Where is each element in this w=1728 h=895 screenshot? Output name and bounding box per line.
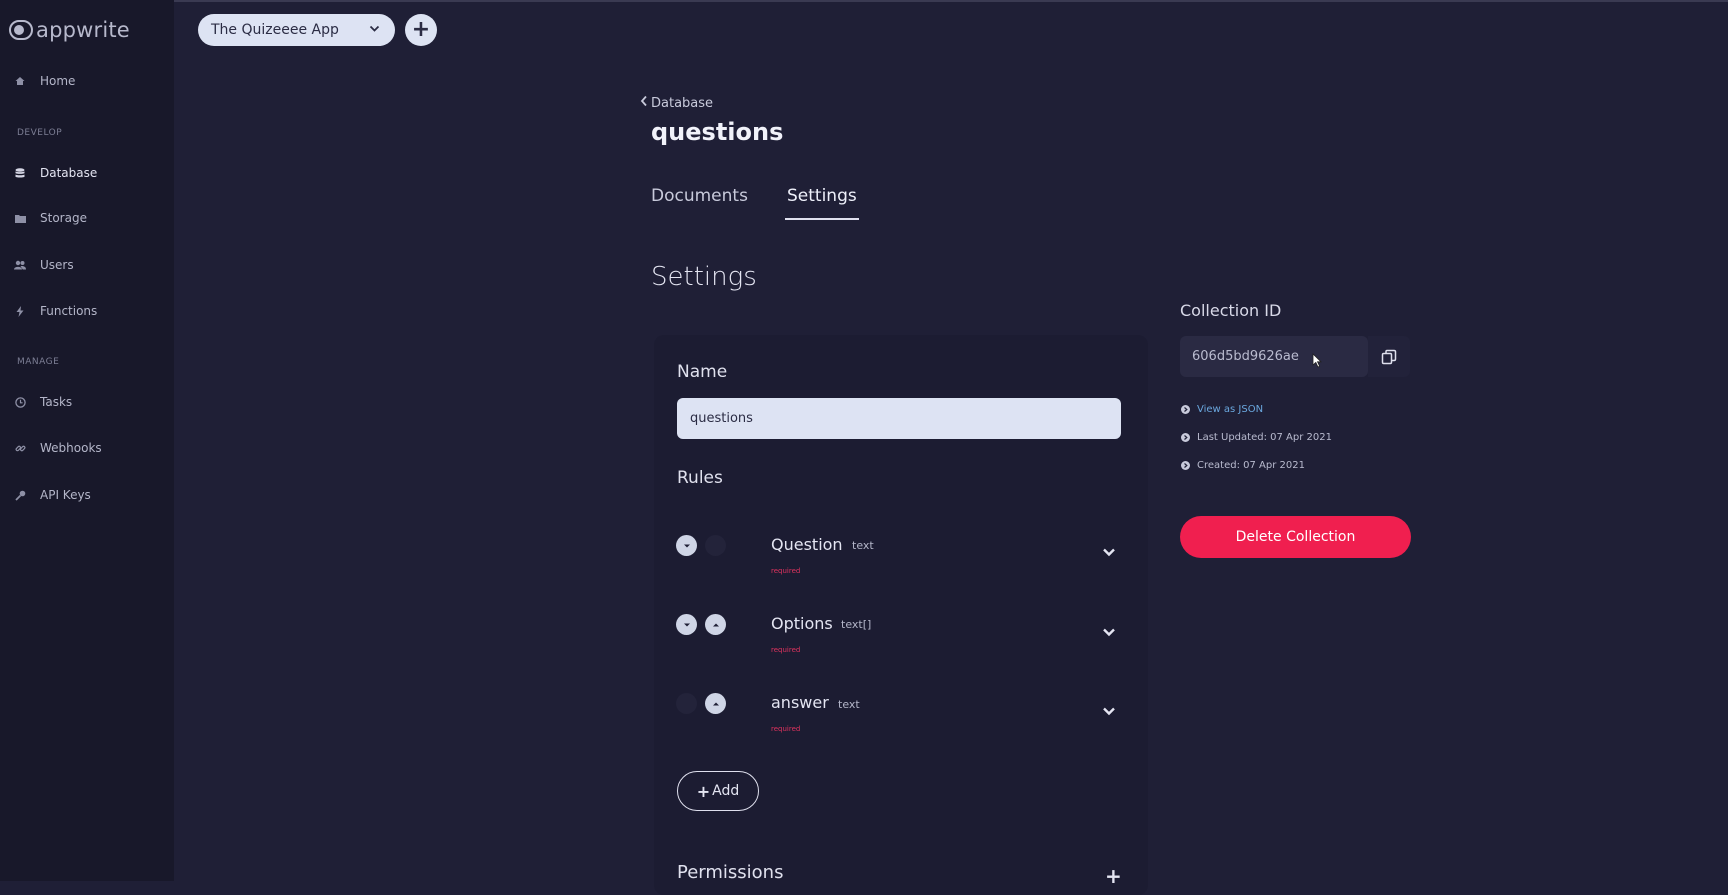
sidebar-item-label: Functions (40, 304, 98, 318)
breadcrumb[interactable]: Database (640, 95, 713, 111)
chevron-down-icon (1103, 707, 1115, 716)
sidebar-item-home[interactable]: Home (14, 71, 75, 91)
database-icon (14, 167, 26, 179)
tab-documents[interactable]: Documents (651, 186, 748, 220)
project-name: The Quizeeee App (211, 22, 339, 38)
folder-icon (14, 212, 26, 224)
add-label: Add (712, 783, 740, 799)
chevron-left-icon (640, 95, 648, 111)
view-json-label: View as JSON (1197, 404, 1264, 415)
lightning-icon (14, 305, 26, 317)
add-rule-button[interactable]: + Add (677, 771, 759, 811)
home-icon (14, 75, 26, 87)
move-up-button[interactable] (705, 693, 726, 714)
sidebar-item-api-keys[interactable]: API Keys (14, 485, 91, 505)
created-text: Created: 07 Apr 2021 (1197, 460, 1305, 471)
delete-label: Delete Collection (1235, 529, 1356, 545)
rule-type: text (838, 698, 860, 711)
rule-type: text[] (841, 618, 872, 631)
link-icon (14, 442, 26, 454)
chevron-right-circle-icon (1181, 433, 1190, 442)
rule-name: answer (771, 693, 829, 712)
rule-name: Options (771, 614, 833, 633)
plus-icon: + (696, 781, 711, 801)
breadcrumb-label: Database (651, 95, 714, 111)
copy-button[interactable] (1368, 336, 1410, 377)
sidebar-item-label: Database (40, 166, 98, 180)
tab-settings[interactable]: Settings (785, 186, 859, 220)
chevron-down-icon (1103, 628, 1115, 637)
appwrite-logo[interactable]: appwrite (9, 16, 130, 44)
rules-label: Rules (677, 468, 723, 488)
rule-required: required (771, 725, 801, 733)
move-up-button-disabled (705, 535, 726, 556)
move-up-button[interactable] (705, 614, 726, 635)
permissions-label: Permissions (677, 862, 784, 883)
page-title: questions (651, 118, 784, 146)
chevron-down-icon (1103, 548, 1115, 557)
key-icon (14, 489, 26, 501)
name-input[interactable] (677, 398, 1121, 439)
sidebar-item-tasks[interactable]: Tasks (14, 392, 72, 412)
move-down-button-disabled (676, 693, 697, 714)
chevron-up-icon (712, 623, 719, 626)
collection-id-label: Collection ID (1180, 301, 1282, 320)
last-updated-text: Last Updated: 07 Apr 2021 (1197, 432, 1332, 443)
collection-id-field[interactable]: 606d5bd9626ae (1180, 336, 1368, 377)
chevron-down-icon (683, 623, 690, 626)
users-icon (14, 259, 26, 271)
rule-required: required (771, 567, 801, 575)
rule-type: text (852, 539, 874, 552)
sidebar: appwrite Home DEVELOP Database Storage U… (0, 0, 174, 881)
chevron-right-circle-icon (1181, 461, 1190, 470)
chevron-down-icon (368, 22, 381, 39)
move-down-button[interactable] (676, 614, 697, 635)
rule-expand-button[interactable] (1102, 701, 1116, 720)
sidebar-item-label: Tasks (40, 395, 73, 409)
name-label: Name (677, 362, 728, 382)
appwrite-logo-icon (9, 20, 33, 40)
clock-icon (14, 396, 26, 408)
plus-icon: + (1105, 864, 1122, 888)
project-select[interactable]: The Quizeeee App (198, 14, 395, 46)
plus-icon: + (411, 17, 431, 42)
top-border (0, 0, 1728, 2)
last-updated: Last Updated: 07 Apr 2021 (1181, 432, 1332, 443)
copy-icon (1381, 349, 1397, 364)
mouse-cursor-icon (1312, 353, 1322, 372)
sidebar-item-label: Users (40, 258, 74, 272)
rule-expand-button[interactable] (1102, 542, 1116, 561)
add-project-button[interactable]: + (405, 14, 437, 46)
sidebar-item-label: Webhooks (40, 441, 102, 455)
collection-id-value: 606d5bd9626ae (1192, 349, 1299, 364)
sidebar-item-label: Storage (40, 211, 87, 225)
created: Created: 07 Apr 2021 (1181, 460, 1305, 471)
logo-text: appwrite (36, 18, 130, 42)
chevron-down-icon (683, 544, 690, 547)
sidebar-item-storage[interactable]: Storage (14, 208, 87, 228)
chevron-right-circle-icon (1181, 405, 1190, 414)
settings-heading: Settings (651, 262, 757, 292)
delete-collection-button[interactable]: Delete Collection (1180, 516, 1411, 558)
view-json-link[interactable]: View as JSON (1181, 404, 1263, 415)
section-develop: DEVELOP (17, 128, 63, 138)
move-down-button[interactable] (676, 535, 697, 556)
sidebar-item-users[interactable]: Users (14, 255, 74, 275)
sidebar-item-label: Home (40, 74, 76, 88)
sidebar-item-database[interactable]: Database (14, 163, 97, 183)
chevron-up-icon (712, 702, 719, 705)
section-manage: MANAGE (17, 357, 60, 367)
expand-permissions-button[interactable]: + (1105, 864, 1122, 888)
rule-name: Question (771, 535, 843, 554)
rule-required: required (771, 646, 801, 654)
sidebar-item-functions[interactable]: Functions (14, 301, 97, 321)
sidebar-item-label: API Keys (40, 488, 91, 502)
sidebar-item-webhooks[interactable]: Webhooks (14, 438, 102, 458)
rule-expand-button[interactable] (1102, 622, 1116, 641)
